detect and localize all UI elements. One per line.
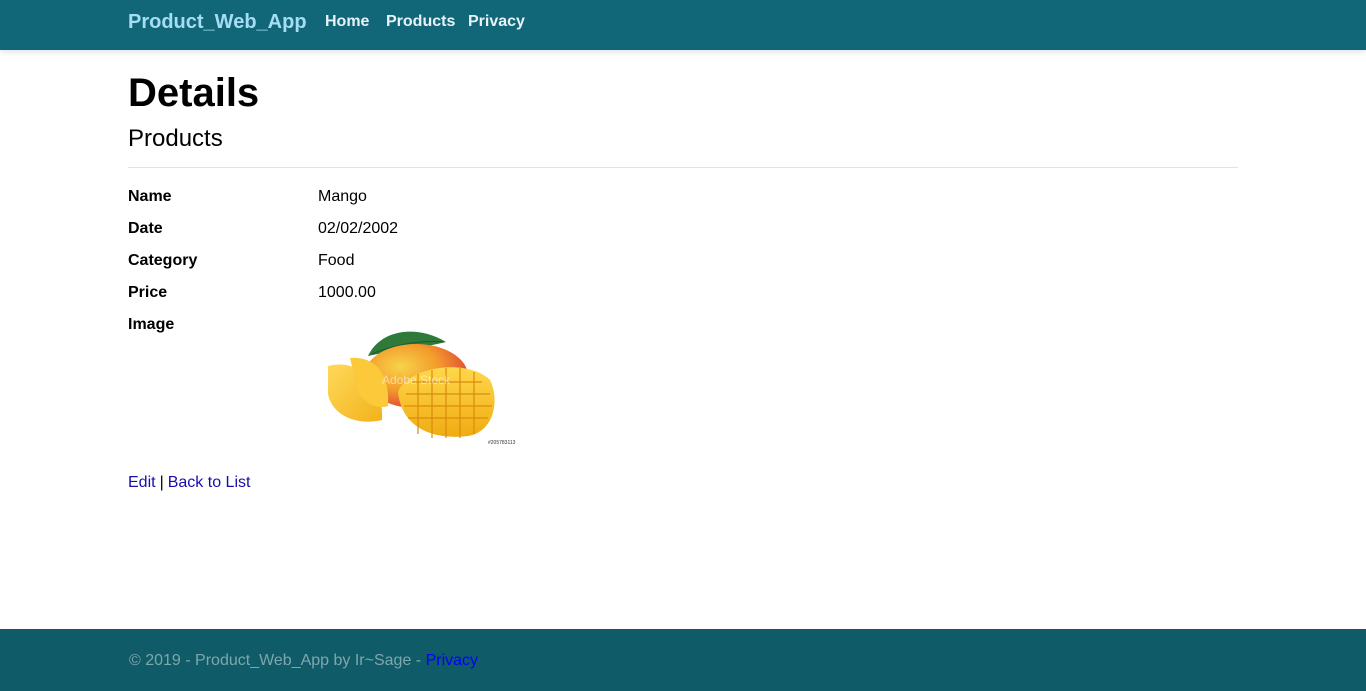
image-watermark: Adobe Stock [382,373,451,387]
page-title: Details [128,71,260,115]
name-label: Name [128,188,172,205]
back-to-list-link[interactable]: Back to List [168,474,251,491]
page-subtitle: Products [128,125,223,152]
footer-text-container: © 2019 - Product_Web_App by Ir~Sage - Pr… [129,651,478,671]
mango-illustration: Adobe Stock #205783113 [328,331,516,446]
nav-home-link[interactable]: Home [325,13,369,31]
price-value: 1000.00 [318,284,376,301]
image-stock-id: #205783113 [488,440,516,446]
divider [128,167,1238,168]
product-image: Adobe Stock #205783113 [318,322,518,448]
nav-products-link[interactable]: Products [386,13,455,31]
footer: © 2019 - Product_Web_App by Ir~Sage - Pr… [0,629,1366,691]
action-separator: | [159,474,164,491]
date-label: Date [128,220,163,237]
nav-privacy-link[interactable]: Privacy [468,13,525,31]
footer-privacy-link[interactable]: Privacy [426,652,478,669]
category-value: Food [318,252,355,269]
name-value: Mango [318,188,367,205]
navbar: Product_Web_App Home Products Privacy [0,0,1366,50]
footer-copyright: © 2019 - Product_Web_App by Ir~Sage - [129,652,426,669]
actions: Edit | Back to List [128,473,250,493]
date-value: 02/02/2002 [318,220,399,237]
image-label: Image [128,316,175,333]
price-label: Price [128,284,168,301]
edit-link[interactable]: Edit [128,474,156,491]
category-label: Category [128,252,198,269]
brand-link[interactable]: Product_Web_App [128,11,307,34]
